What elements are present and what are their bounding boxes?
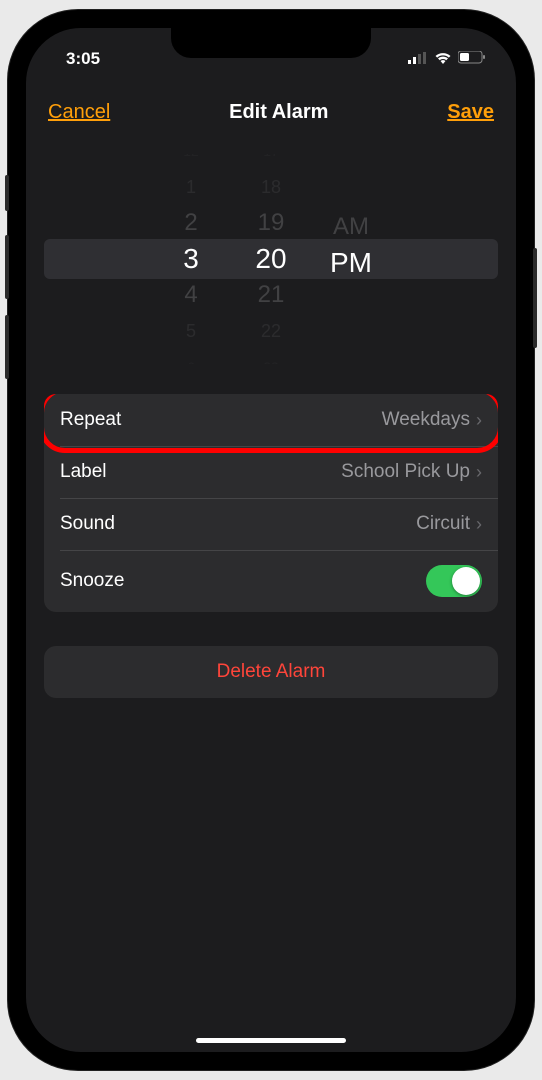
row-label: Label xyxy=(60,461,107,483)
phone-frame: 3:05 Cancel Edit Alarm Save 12 xyxy=(8,10,534,1070)
row-label: Sound xyxy=(60,513,115,535)
side-button xyxy=(5,175,9,211)
row-label-name[interactable]: Label School Pick Up › xyxy=(44,446,498,498)
row-value: Circuit xyxy=(416,513,470,535)
row-value-wrap: Circuit › xyxy=(416,513,482,535)
wifi-icon xyxy=(434,49,452,69)
settings-group: Repeat Weekdays › Label School Pick Up ›… xyxy=(44,394,498,612)
picker-option: 23 xyxy=(250,349,292,364)
picker-option-selected: 3 xyxy=(170,241,212,277)
row-value-wrap: School Pick Up › xyxy=(341,461,482,483)
row-label: Repeat xyxy=(60,409,121,431)
nav-bar: Cancel Edit Alarm Save xyxy=(26,73,516,140)
row-value: School Pick Up xyxy=(341,461,470,483)
picker-option: 4 xyxy=(170,277,212,313)
picker-option: 1 xyxy=(170,169,212,205)
picker-option: 2 xyxy=(170,205,212,241)
side-button xyxy=(5,235,9,299)
hour-picker[interactable]: 12 1 2 3 4 5 6 xyxy=(170,154,212,364)
picker-option: 6 xyxy=(170,349,212,364)
row-repeat[interactable]: Repeat Weekdays › xyxy=(44,394,498,446)
home-indicator[interactable] xyxy=(196,1038,346,1043)
battery-icon xyxy=(458,49,486,69)
time-picker[interactable]: 12 1 2 3 4 5 6 17 18 19 20 21 22 23 AM xyxy=(44,154,498,364)
save-button[interactable]: Save xyxy=(447,101,494,124)
screen: 3:05 Cancel Edit Alarm Save 12 xyxy=(26,28,516,1052)
row-value: Weekdays xyxy=(382,409,470,431)
chevron-right-icon: › xyxy=(476,410,482,431)
picker-option-selected: PM xyxy=(330,245,372,281)
picker-spacer xyxy=(330,154,372,182)
snooze-toggle[interactable] xyxy=(426,565,482,597)
side-button xyxy=(533,248,537,348)
picker-option: 19 xyxy=(250,205,292,241)
picker-option: 22 xyxy=(250,313,292,349)
ampm-picker[interactable]: AM PM xyxy=(330,154,372,364)
status-time: 3:05 xyxy=(66,49,100,69)
toggle-knob xyxy=(452,567,480,595)
delete-label: Delete Alarm xyxy=(217,661,326,682)
row-label: Snooze xyxy=(60,570,124,592)
row-sound[interactable]: Sound Circuit › xyxy=(44,498,498,550)
cancel-button[interactable]: Cancel xyxy=(48,101,110,124)
picker-spacer xyxy=(330,336,372,364)
picker-option-selected: 20 xyxy=(250,241,292,277)
chevron-right-icon: › xyxy=(476,462,482,483)
delete-alarm-button[interactable]: Delete Alarm xyxy=(44,646,498,698)
picker-spacer xyxy=(330,281,372,309)
cellular-icon xyxy=(408,49,428,69)
picker-option: AM xyxy=(330,209,372,245)
picker-option: 21 xyxy=(250,277,292,313)
minute-picker[interactable]: 17 18 19 20 21 22 23 xyxy=(250,154,292,364)
picker-option: 12 xyxy=(170,154,212,169)
picker-option: 18 xyxy=(250,169,292,205)
row-snooze: Snooze xyxy=(44,550,498,612)
side-button xyxy=(5,315,9,379)
picker-spacer xyxy=(330,182,372,210)
picker-option: 5 xyxy=(170,313,212,349)
notch xyxy=(171,28,371,58)
chevron-right-icon: › xyxy=(476,514,482,535)
status-icons xyxy=(408,49,486,69)
page-title: Edit Alarm xyxy=(229,101,328,124)
picker-spacer xyxy=(330,309,372,337)
row-value-wrap: Weekdays › xyxy=(382,409,482,431)
picker-option: 17 xyxy=(250,154,292,169)
